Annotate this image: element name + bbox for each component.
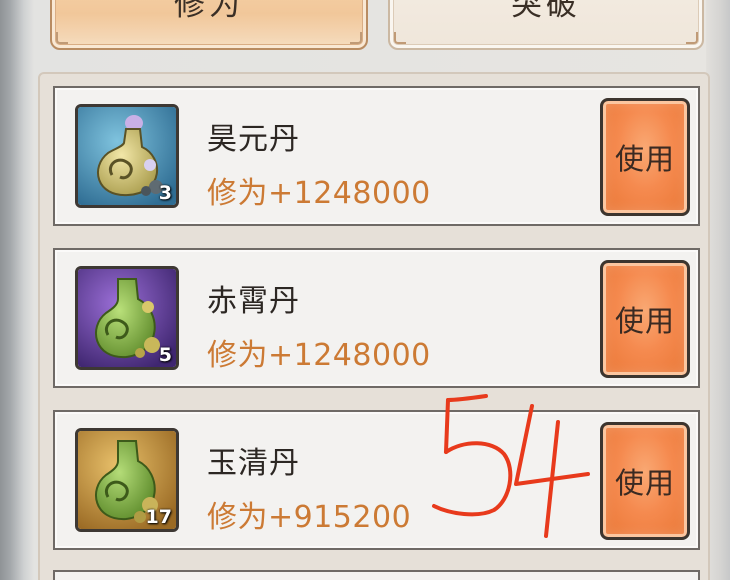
item-name: 玉清丹 <box>207 446 300 481</box>
use-button-label: 使用 <box>614 466 675 500</box>
tab-cultivation[interactable]: 修为 <box>50 0 368 50</box>
tab-breakthrough[interactable]: 突破 <box>388 0 704 50</box>
item-name: 昊元丹 <box>207 122 300 157</box>
tab-corner-ornament <box>686 32 698 44</box>
tab-breakthrough-label: 突破 <box>511 0 581 23</box>
use-button-label: 使用 <box>614 142 675 176</box>
item-effect: 修为+1248000 <box>207 338 431 373</box>
list-item-partial <box>53 570 700 580</box>
use-button-label: 使用 <box>614 304 675 338</box>
blue-gourd-pill-icon: 3 <box>75 104 179 208</box>
tab-corner-ornament <box>56 32 68 44</box>
list-item: 5 赤霄丹 修为+1248000 使用 <box>53 248 700 388</box>
item-count: 17 <box>145 506 172 528</box>
tab-corner-ornament <box>350 32 362 44</box>
purple-gourd-pill-icon: 5 <box>75 266 179 370</box>
tab-cultivation-label: 修为 <box>174 0 244 23</box>
use-button[interactable]: 使用 <box>600 422 690 540</box>
item-count: 3 <box>158 182 172 204</box>
item-name: 赤霄丹 <box>207 284 300 319</box>
tab-corner-ornament <box>394 32 406 44</box>
item-effect: 修为+915200 <box>207 500 412 535</box>
use-button[interactable]: 使用 <box>600 98 690 216</box>
list-item: 3 昊元丹 修为+1248000 使用 <box>53 86 700 226</box>
item-count: 5 <box>158 344 172 366</box>
gold-gourd-pill-icon: 17 <box>75 428 179 532</box>
list-item: 17 玉清丹 修为+915200 使用 <box>53 410 700 550</box>
use-button[interactable]: 使用 <box>600 260 690 378</box>
item-effect: 修为+1248000 <box>207 176 431 211</box>
